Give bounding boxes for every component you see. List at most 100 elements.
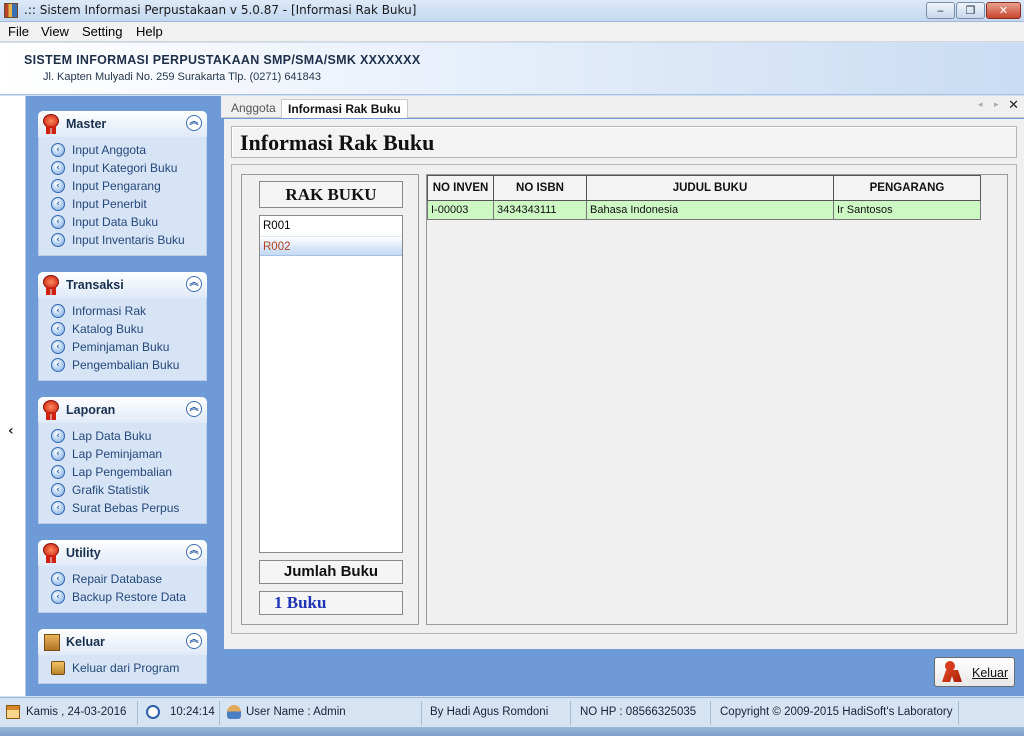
collapse-sidebar-icon[interactable]: ‹ — [8, 423, 14, 439]
sidebar-group-transaksi: Transaksi ︽ ‹ Informasi Rak ‹ Katalog Buku… — [38, 272, 207, 381]
group-title: Master — [66, 117, 107, 131]
sidebar: Master ︽ ‹ Input Anggota ‹ Input Kategori … — [26, 96, 221, 696]
medal-icon — [42, 114, 60, 134]
status-copyright: Copyright © 2009-2015 HadiSoft's Laborat… — [720, 706, 953, 718]
table-cell: I-00003 — [427, 201, 494, 220]
arrow-left-icon: ‹ — [51, 483, 65, 497]
nav-surat-bebas-perpus[interactable]: ‹ Surat Bebas Perpus — [39, 499, 206, 517]
nav-pengembalian-buku[interactable]: ‹ Pengembalian Buku — [39, 356, 206, 374]
arrow-left-icon: ‹ — [51, 429, 65, 443]
collapse-group-icon[interactable]: ︽ — [186, 544, 202, 560]
nav-lap-data-buku[interactable]: ‹ Lap Data Buku — [39, 427, 206, 445]
group-header-master[interactable]: Master ︽ — [38, 111, 207, 137]
nav-backup-restore-data[interactable]: ‹ Backup Restore Data — [39, 588, 206, 606]
nav-label: Keluar dari Program — [72, 661, 180, 675]
nav-lap-peminjaman[interactable]: ‹ Lap Peminjaman — [39, 445, 206, 463]
content-panel: Informasi Rak Buku RAK BUKU R001 R002 Ju… — [224, 119, 1024, 649]
nav-label: Peminjaman Buku — [72, 340, 170, 354]
collapse-group-icon[interactable]: ︽ — [186, 401, 202, 417]
group-title: Keluar — [66, 635, 105, 649]
close-window-button[interactable]: ✕ — [986, 2, 1021, 19]
nav-label: Input Anggota — [72, 143, 147, 157]
nav-repair-database[interactable]: ‹ Repair Database — [39, 570, 206, 588]
collapse-group-icon[interactable]: ︽ — [186, 633, 202, 649]
rak-list-item[interactable]: R001 — [260, 216, 402, 236]
nav-input-penerbit[interactable]: ‹ Input Penerbit — [39, 195, 206, 213]
collapse-group-icon[interactable]: ︽ — [186, 276, 202, 292]
rak-list[interactable]: R001 R002 — [259, 215, 403, 553]
column-header-judul-buku[interactable]: JUDUL BUKU — [587, 175, 834, 201]
keluar-button-label: Keluar — [972, 666, 1009, 680]
group-header-transaksi[interactable]: Transaksi ︽ — [38, 272, 207, 298]
app-icon — [4, 3, 18, 18]
nav-input-anggota[interactable]: ‹ Input Anggota — [39, 141, 206, 159]
nav-label: Katalog Buku — [72, 322, 144, 336]
nav-input-data-buku[interactable]: ‹ Input Data Buku — [39, 213, 206, 231]
nav-grafik-statistik[interactable]: ‹ Grafik Statistik — [39, 481, 206, 499]
nav-label: Lap Peminjaman — [72, 447, 163, 461]
group-header-laporan[interactable]: Laporan ︽ — [38, 397, 207, 423]
page-title: Informasi Rak Buku — [240, 130, 435, 155]
header-banner: SISTEM INFORMASI PERPUSTAKAAN SMP/SMA/SM… — [0, 43, 1024, 95]
nav-input-inventaris-buku[interactable]: ‹ Input Inventaris Buku — [39, 231, 206, 249]
column-header-no-isbn[interactable]: NO ISBN — [494, 175, 587, 201]
nav-label: Surat Bebas Perpus — [72, 501, 180, 515]
group-title: Transaksi — [66, 278, 124, 292]
column-header-no-inven[interactable]: NO INVEN — [427, 175, 494, 201]
user-icon — [227, 705, 241, 719]
group-body: Keluar dari Program — [38, 655, 207, 684]
nav-informasi-rak[interactable]: ‹ Informasi Rak — [39, 302, 206, 320]
arrow-left-icon: ‹ — [51, 340, 65, 354]
group-header-utility[interactable]: Utility ︽ — [38, 540, 207, 566]
medal-icon — [42, 400, 60, 420]
sidebar-collapse-strip[interactable]: ‹ — [0, 96, 26, 696]
sidebar-group-laporan: Laporan ︽ ‹ Lap Data Buku ‹ Lap Peminjaman… — [38, 397, 207, 524]
collapse-group-icon[interactable]: ︽ — [186, 115, 202, 131]
column-header-pengarang[interactable]: PENGARANG — [834, 175, 981, 201]
tab-informasi-rak-buku[interactable]: Informasi Rak Buku — [281, 99, 408, 118]
status-time: 10:24:14 — [170, 706, 215, 718]
exit-icon — [51, 661, 65, 675]
nav-input-kategori-buku[interactable]: ‹ Input Kategori Buku — [39, 159, 206, 177]
arrow-left-icon: ‹ — [51, 161, 65, 175]
nav-katalog-buku[interactable]: ‹ Katalog Buku — [39, 320, 206, 338]
group-body: ‹ Input Anggota ‹ Input Kategori Buku ‹ Inp… — [38, 137, 207, 256]
nav-label: Lap Data Buku — [72, 429, 152, 443]
nav-peminjaman-buku[interactable]: ‹ Peminjaman Buku — [39, 338, 206, 356]
group-title: Utility — [66, 546, 101, 560]
close-tab-icon[interactable]: ✕ — [1008, 98, 1019, 113]
clock-icon — [146, 705, 160, 719]
arrow-left-icon: ‹ — [51, 179, 65, 193]
minimize-button[interactable]: ‒ — [926, 2, 955, 19]
maximize-button[interactable]: ❐ — [956, 2, 985, 19]
tab-strip: Anggota Informasi Rak Buku ◂ ▸ ✕ — [221, 96, 1024, 118]
arrow-left-icon: ‹ — [51, 447, 65, 461]
menu-file[interactable]: File — [8, 24, 29, 39]
nav-lap-pengembalian[interactable]: ‹ Lap Pengembalian — [39, 463, 206, 481]
tab-scroll-right-icon[interactable]: ▸ — [994, 100, 999, 110]
nav-keluar-dari-program[interactable]: Keluar dari Program — [39, 659, 206, 677]
school-address: Jl. Kapten Mulyadi No. 259 Surakarta Tlp… — [43, 71, 322, 83]
keluar-button[interactable]: Keluar — [934, 657, 1015, 687]
window-title: .:: Sistem Informasi Perpustakaan v 5.0.… — [24, 3, 417, 17]
sidebar-group-master: Master ︽ ‹ Input Anggota ‹ Input Kategori … — [38, 111, 207, 256]
group-body: ‹ Repair Database ‹ Backup Restore Data — [38, 566, 207, 613]
menu-help[interactable]: Help — [136, 24, 163, 39]
book-table[interactable]: NO INVEN NO ISBN JUDUL BUKU PENGARANG I-… — [426, 174, 1008, 625]
arrow-left-icon: ‹ — [51, 197, 65, 211]
menu-setting[interactable]: Setting — [82, 24, 122, 39]
status-user: User Name : Admin — [246, 706, 346, 718]
arrow-left-icon: ‹ — [51, 304, 65, 318]
nav-label: Input Pengarang — [72, 179, 161, 193]
tab-scroll-left-icon[interactable]: ◂ — [978, 100, 983, 110]
menu-bar: File View Setting Help — [0, 22, 1024, 42]
tab-anggota[interactable]: Anggota — [225, 99, 282, 118]
page-title-box: Informasi Rak Buku — [231, 126, 1017, 158]
menu-view[interactable]: View — [41, 24, 69, 39]
table-cell: Bahasa Indonesia — [587, 201, 834, 220]
rak-list-item-selected[interactable]: R002 — [260, 236, 402, 256]
nav-input-pengarang[interactable]: ‹ Input Pengarang — [39, 177, 206, 195]
nav-label: Repair Database — [72, 572, 163, 586]
group-header-keluar[interactable]: Keluar ︽ — [38, 629, 207, 655]
sidebar-group-keluar: Keluar ︽ Keluar dari Program — [38, 629, 207, 684]
